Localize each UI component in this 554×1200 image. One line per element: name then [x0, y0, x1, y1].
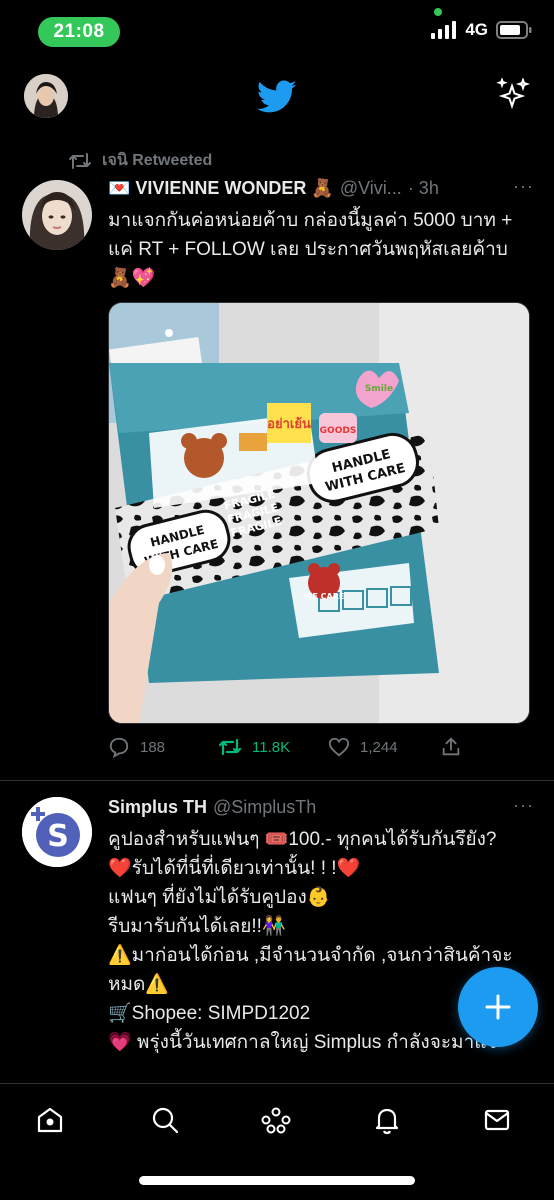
tweet-author-avatar[interactable] [22, 180, 92, 250]
network-label: 4G [465, 20, 488, 39]
compose-tweet-button[interactable] [458, 967, 538, 1047]
svg-text:อย่าเย้น: อย่าเย้น [267, 416, 311, 432]
plus-icon [485, 994, 511, 1020]
tweet-time: · 3h [407, 177, 439, 198]
svg-text:Smile: Smile [365, 384, 393, 394]
home-indicator [139, 1176, 415, 1185]
retweet-button[interactable]: 11.8K [218, 737, 328, 757]
reply-button[interactable]: 188 [108, 736, 218, 758]
tweet-vivienne[interactable]: เจนิ Retweeted 💌 VIVIENNE WONDER 🧸 @Vivi… [0, 142, 554, 780]
status-time: 21:08 [38, 17, 120, 47]
tweet-text-line: คูปองสำหรับแฟนๆ 🎟️100.- ทุกคนได้รับกันรึ… [108, 829, 497, 850]
notifications-icon [375, 1108, 399, 1135]
author-handle[interactable]: @Vivi... [340, 178, 402, 199]
camera-indicator-dot [434, 8, 442, 16]
tab-notifications[interactable] [367, 1100, 407, 1140]
retweet-context: เจนิ Retweeted [68, 148, 212, 173]
more-options-button[interactable]: ··· [513, 795, 534, 816]
like-count: 1,244 [360, 738, 398, 756]
simplus-logo: S [22, 797, 92, 867]
avatar-image [22, 180, 92, 250]
tweet-text-line: ❤️รับได้ที่นี่ที่เดียวเท่านั้น! ! !❤️ [108, 858, 361, 879]
svg-text:GOODS: GOODS [320, 426, 357, 436]
author-name[interactable]: Simplus TH [108, 797, 207, 818]
sparkle-icon[interactable] [496, 76, 531, 117]
tab-messages[interactable] [477, 1100, 517, 1140]
retweeted-by-label: เจนิ Retweeted [102, 152, 213, 169]
profile-avatar-button[interactable] [24, 74, 68, 118]
retweet-icon [218, 738, 242, 756]
top-header [0, 62, 554, 132]
tweet-actions: 188 11.8K 1,244 [108, 736, 468, 758]
share-icon [442, 737, 460, 756]
bottom-tab-bar [0, 1083, 554, 1200]
tweet-text: มาแจกกันค่อหน่อยค้าบ กล่องนี้มูลค่า 5000… [108, 210, 513, 289]
tweet-author-avatar[interactable]: S [22, 797, 92, 867]
spaces-icon [261, 1107, 291, 1134]
retweet-small-icon [69, 152, 91, 169]
tweet-text-line: รีบมารับกันได้เลย!!👫 [108, 916, 286, 937]
author-name[interactable]: 💌 VIVIENNE WONDER 🧸 [108, 178, 334, 199]
signal-icon [431, 21, 457, 39]
home-icon [37, 1107, 63, 1133]
svg-text:S: S [47, 819, 69, 854]
like-button[interactable]: 1,244 [328, 736, 440, 758]
battery-icon [496, 21, 532, 39]
tweet-header: 💌 VIVIENNE WONDER 🧸 @Vivi... · 3h [108, 176, 534, 200]
heart-icon [328, 737, 350, 757]
tab-home[interactable] [30, 1100, 70, 1140]
retweet-count: 11.8K [252, 738, 291, 756]
more-options-button[interactable]: ··· [513, 176, 534, 197]
tweet-header: Simplus TH @SimplusTh [108, 795, 534, 819]
search-icon [152, 1107, 179, 1134]
tweet-text-line: แฟนๆ ที่ยังไม่ได้รับคูปอง👶 [108, 887, 331, 908]
svg-text:WE CARE: WE CARE [304, 592, 345, 601]
status-bar: 21:08 4G [0, 0, 554, 62]
avatar-image [24, 74, 68, 118]
twitter-bird-icon[interactable] [256, 80, 297, 119]
tab-search[interactable] [145, 1100, 185, 1140]
reply-icon [109, 737, 129, 758]
status-right: 4G [431, 20, 532, 40]
package-photo: HANDLE WITH CARE HANDLE WITH CARE FRAGIL… [109, 303, 529, 723]
tweet-media-image[interactable]: HANDLE WITH CARE HANDLE WITH CARE FRAGIL… [108, 302, 530, 724]
reply-count: 188 [140, 738, 166, 756]
share-button[interactable] [440, 736, 462, 758]
author-handle[interactable]: @SimplusTh [213, 797, 316, 818]
messages-icon [484, 1109, 510, 1131]
tweet-body: 💌 VIVIENNE WONDER 🧸 @Vivi... · 3h ··· มา… [108, 176, 534, 293]
tab-spaces[interactable] [256, 1100, 296, 1140]
